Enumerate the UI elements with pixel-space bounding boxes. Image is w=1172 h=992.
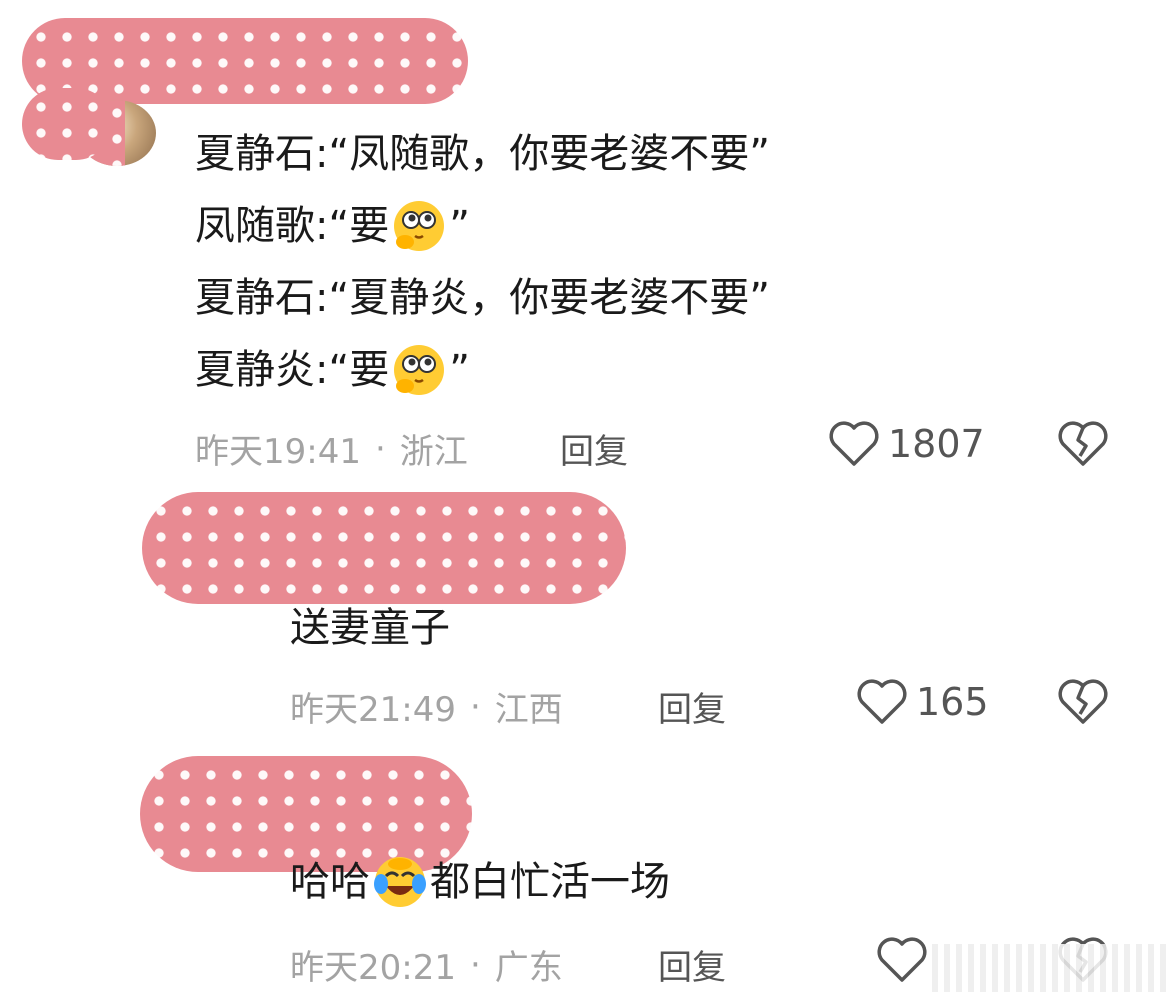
reply-button[interactable]: 回复 [658, 682, 726, 731]
line-text: 哈哈 [290, 859, 370, 905]
watermark [932, 944, 1172, 992]
line-text: 都白忙活一场 [430, 859, 670, 905]
line-text: 夏静石:“凤随歌，你要老婆不要” [195, 131, 770, 177]
comment-location: 广东 [494, 948, 563, 988]
comment-line: 夏静石:“凤随歌，你要老婆不要” [195, 118, 770, 190]
line-text: 送妻童子 [290, 605, 450, 651]
broken-heart-icon [1058, 421, 1108, 466]
comment-location: 江西 [494, 690, 563, 730]
heart-icon [857, 679, 907, 724]
like-button[interactable] [876, 936, 936, 984]
dislike-button[interactable] [1058, 420, 1108, 472]
comment-text: 哈哈 都白忙活一场 [290, 846, 670, 918]
heart-icon [877, 937, 927, 982]
like-count: 1807 [888, 422, 985, 466]
line-text: ” [449, 347, 470, 393]
comment-meta: 昨天20:21 · 广东 [290, 940, 563, 989]
laugh-cry-emoji-icon [372, 854, 428, 910]
comment-location: 浙江 [399, 432, 468, 472]
broken-heart-icon [1058, 679, 1108, 724]
like-button[interactable]: 1807 [828, 420, 985, 468]
reply-button[interactable]: 回复 [658, 940, 726, 989]
shy-face-emoji-icon [391, 198, 447, 254]
comment-time: 昨天21:49 [290, 690, 456, 730]
comment-line: 送妻童子 [290, 592, 450, 664]
heart-icon [829, 421, 879, 466]
line-text: 夏静炎:“要 [195, 347, 390, 393]
comment-time: 昨天19:41 [195, 432, 361, 472]
shy-face-emoji-icon [391, 342, 447, 398]
redacted-username-mask [142, 492, 626, 604]
comment-line: 夏静石:“夏静炎，你要老婆不要” [195, 262, 770, 334]
comment-line: 哈哈 都白忙活一场 [290, 846, 670, 918]
separator-dot: · [469, 686, 481, 727]
comment-text: 夏静石:“凤随歌，你要老婆不要” 凤随歌:“要 ” 夏静石:“夏静炎，你要老婆不… [195, 118, 770, 406]
like-count: 165 [916, 680, 989, 724]
comment-meta: 昨天21:49 · 江西 [290, 682, 563, 731]
line-text: 凤随歌:“要 [195, 203, 390, 249]
like-button[interactable]: 165 [856, 678, 989, 726]
separator-dot: · [469, 944, 481, 985]
comment-line: 凤随歌:“要 ” [195, 190, 770, 262]
comment-line: 夏静炎:“要 ” [195, 334, 770, 406]
redacted-username-mask [22, 88, 112, 160]
line-text: 夏静石:“夏静炎，你要老婆不要” [195, 275, 770, 321]
dislike-button[interactable] [1058, 678, 1108, 730]
comment-meta: 昨天19:41 · 浙江 [195, 424, 468, 473]
comment-time: 昨天20:21 [290, 948, 456, 988]
comment-text: 送妻童子 [290, 592, 450, 664]
separator-dot: · [374, 428, 386, 469]
reply-button[interactable]: 回复 [560, 424, 628, 473]
line-text: ” [449, 203, 470, 249]
